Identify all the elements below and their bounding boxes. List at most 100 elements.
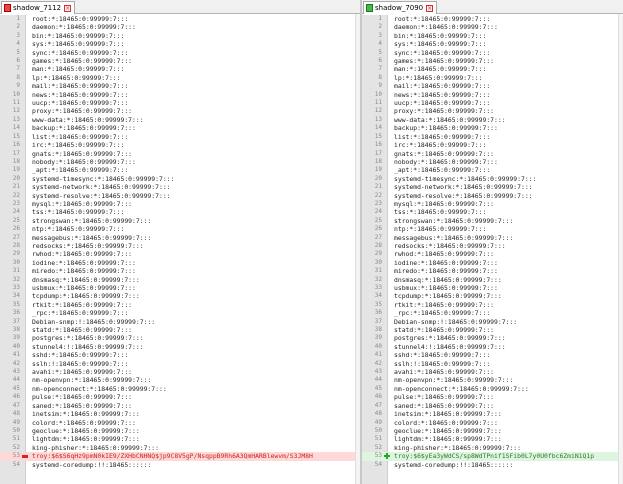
code-line[interactable]: 9 mail:*:18465:0:99999:7::: [362,82,618,90]
code-line[interactable]: 23 mysql:*:18465:0:99999:7::: [362,200,618,208]
code-line[interactable]: 30 iodine:*:18465:0:99999:7::: [362,259,618,267]
code-line[interactable]: 45 nm-openconnect:*:18465:0:99999:7::: [362,385,618,393]
code-line[interactable]: 34 tcpdump:*:18465:0:99999:7::: [0,292,355,300]
code-line[interactable]: 27 messagebus:*:18465:0:99999:7::: [362,234,618,242]
code-line[interactable]: 19 _apt:*:18465:0:99999:7::: [362,166,618,174]
code-line[interactable]: 21 systemd-network:*:18465:0:99999:7::: [0,183,355,191]
code-line[interactable]: 20 systemd-timesync:*:18465:0:99999:7::: [362,175,618,183]
code-line[interactable]: 3 bin:*:18465:0:99999:7::: [362,32,618,40]
code-line[interactable]: 10 news:*:18465:0:99999:7::: [0,91,355,99]
code-line[interactable]: 32 dnsmasq:*:18465:0:99999:7::: [0,276,355,284]
code-line[interactable]: 48 inetsim:*:18465:0:99999:7::: [0,410,355,418]
code-line[interactable]: 14 backup:*:18465:0:99999:7::: [362,124,618,132]
code-line[interactable]: 17 gnats:*:18465:0:99999:7::: [362,150,618,158]
code-line[interactable]: 50 geoclue:*:18465:0:99999:7::: [362,427,618,435]
code-line[interactable]: 7 man:*:18465:0:99999:7::: [0,65,355,73]
code-line[interactable]: 47 saned:*:18465:0:99999:7::: [0,402,355,410]
code-line[interactable]: 13 www-data:*:18465:0:99999:7::: [0,116,355,124]
code-line[interactable]: 53 troy:$6$yEa3yWdCS/sp8WdTPnif1SFib0L7y0… [362,452,618,461]
code-line[interactable]: 3 bin:*:18465:0:99999:7::: [0,32,355,40]
code-line[interactable]: 5 sync:*:18465:0:99999:7::: [362,49,618,57]
code-line[interactable]: 15 list:*:18465:0:99999:7::: [0,133,355,141]
right-editor-text[interactable]: 1 root:*:18465:0:99999:7::: 2 daemon:*:1846… [362,15,618,469]
code-line[interactable]: 18 nobody:*:18465:0:99999:7::: [362,158,618,166]
code-line[interactable]: 22 systemd-resolve:*:18465:0:99999:7::: [0,192,355,200]
code-line[interactable]: 13 www-data:*:18465:0:99999:7::: [362,116,618,124]
code-line[interactable]: 39 postgres:*:18465:0:99999:7::: [0,334,355,342]
code-line[interactable]: 4 sys:*:18465:0:99999:7::: [362,40,618,48]
code-line[interactable]: 37 Debian-snmp:!:18465:0:99999:7::: [362,318,618,326]
code-line[interactable]: 7 man:*:18465:0:99999:7::: [362,65,618,73]
left-editor-text[interactable]: 1 root:*:18465:0:99999:7::: 2 daemon:*:1846… [0,15,355,469]
code-line[interactable]: 44 nm-openvpn:*:18465:0:99999:7::: [0,376,355,384]
code-line[interactable]: 51 lightdm:*:18465:0:99999:7::: [362,435,618,443]
code-line[interactable]: 31 miredo:*:18465:0:99999:7::: [362,267,618,275]
tab-shadow-7090[interactable]: shadow_7090 × [363,1,438,14]
code-line[interactable]: 15 list:*:18465:0:99999:7::: [362,133,618,141]
code-line[interactable]: 53 troy:$6$S6qHz9pmN0kIE9/ZXHbCNHNQ$jp9C8… [0,452,355,461]
code-line[interactable]: 41 sshd:*:18465:0:99999:7::: [0,351,355,359]
code-line[interactable]: 30 iodine:*:18465:0:99999:7::: [0,259,355,267]
code-line[interactable]: 1 root:*:18465:0:99999:7::: [0,15,355,23]
code-line[interactable]: 52 king-phisher:*:18465:0:99999:7::: [0,444,355,452]
close-icon[interactable]: × [64,4,72,12]
code-line[interactable]: 5 sync:*:18465:0:99999:7::: [0,49,355,57]
code-line[interactable]: 40 stunnel4:!:18465:0:99999:7::: [362,343,618,351]
code-line[interactable]: 6 games:*:18465:0:99999:7::: [0,57,355,65]
code-line[interactable]: 49 colord:*:18465:0:99999:7::: [362,419,618,427]
code-line[interactable]: 4 sys:*:18465:0:99999:7::: [0,40,355,48]
tab-shadow-7112[interactable]: shadow_7112 × [1,1,76,14]
code-line[interactable]: 38 statd:*:18465:0:99999:7::: [0,326,355,334]
code-line[interactable]: 12 proxy:*:18465:0:99999:7::: [362,107,618,115]
code-line[interactable]: 52 king-phisher:*:18465:0:99999:7::: [362,444,618,452]
code-line[interactable]: 33 usbmux:*:18465:0:99999:7::: [0,284,355,292]
code-line[interactable]: 14 backup:*:18465:0:99999:7::: [0,124,355,132]
code-line[interactable]: 47 saned:*:18465:0:99999:7::: [362,402,618,410]
close-icon[interactable]: × [426,4,434,12]
code-line[interactable]: 12 proxy:*:18465:0:99999:7::: [0,107,355,115]
code-line[interactable]: 36 _rpc:*:18465:0:99999:7::: [0,309,355,317]
code-line[interactable]: 42 sslh:!:18465:0:99999:7::: [362,360,618,368]
code-line[interactable]: 43 avahi:*:18465:0:99999:7::: [362,368,618,376]
code-line[interactable]: 29 rwhod:*:18465:0:99999:7::: [0,250,355,258]
code-line[interactable]: 35 rtkit:*:18465:0:99999:7::: [362,301,618,309]
code-line[interactable]: 10 news:*:18465:0:99999:7::: [362,91,618,99]
code-line[interactable]: 34 tcpdump:*:18465:0:99999:7::: [362,292,618,300]
code-line[interactable]: 29 rwhod:*:18465:0:99999:7::: [362,250,618,258]
code-line[interactable]: 32 dnsmasq:*:18465:0:99999:7::: [362,276,618,284]
code-line[interactable]: 41 sshd:*:18465:0:99999:7::: [362,351,618,359]
code-line[interactable]: 19 _apt:*:18465:0:99999:7::: [0,166,355,174]
code-line[interactable]: 23 mysql:*:18465:0:99999:7::: [0,200,355,208]
code-line[interactable]: 50 geoclue:*:18465:0:99999:7::: [0,427,355,435]
code-line[interactable]: 26 ntp:*:18465:0:99999:7::: [362,225,618,233]
right-scrollbar[interactable] [618,14,623,484]
code-line[interactable]: 36 _rpc:*:18465:0:99999:7::: [362,309,618,317]
code-line[interactable]: 21 systemd-network:*:18465:0:99999:7::: [362,183,618,191]
code-line[interactable]: 11 uucp:*:18465:0:99999:7::: [0,99,355,107]
code-line[interactable]: 46 pulse:*:18465:0:99999:7::: [362,393,618,401]
code-line[interactable]: 27 messagebus:*:18465:0:99999:7::: [0,234,355,242]
code-line[interactable]: 17 gnats:*:18465:0:99999:7::: [0,150,355,158]
code-line[interactable]: 20 systemd-timesync:*:18465:0:99999:7::: [0,175,355,183]
code-line[interactable]: 39 postgres:*:18465:0:99999:7::: [362,334,618,342]
code-line[interactable]: 2 daemon:*:18465:0:99999:7::: [362,23,618,31]
code-line[interactable]: 16 irc:*:18465:0:99999:7::: [0,141,355,149]
code-line[interactable]: 1 root:*:18465:0:99999:7::: [362,15,618,23]
code-line[interactable]: 40 stunnel4:!:18465:0:99999:7::: [0,343,355,351]
code-line[interactable]: 45 nm-openconnect:*:18465:0:99999:7::: [0,385,355,393]
code-line[interactable]: 16 irc:*:18465:0:99999:7::: [362,141,618,149]
code-line[interactable]: 35 rtkit:*:18465:0:99999:7::: [0,301,355,309]
code-line[interactable]: 31 miredo:*:18465:0:99999:7::: [0,267,355,275]
code-line[interactable]: 46 pulse:*:18465:0:99999:7::: [0,393,355,401]
code-line[interactable]: 54 systemd-coredump:!!:18465:::::: [362,461,618,469]
code-line[interactable]: 9 mail:*:18465:0:99999:7::: [0,82,355,90]
code-line[interactable]: 42 sslh:!:18465:0:99999:7::: [0,360,355,368]
code-line[interactable]: 49 colord:*:18465:0:99999:7::: [0,419,355,427]
code-line[interactable]: 8 lp:*:18465:0:99999:7::: [0,74,355,82]
code-line[interactable]: 44 nm-openvpn:*:18465:0:99999:7::: [362,376,618,384]
code-line[interactable]: 54 systemd-coredump:!!:18465:::::: [0,461,355,469]
code-line[interactable]: 22 systemd-resolve:*:18465:0:99999:7::: [362,192,618,200]
code-line[interactable]: 26 ntp:*:18465:0:99999:7::: [0,225,355,233]
code-line[interactable]: 24 tss:*:18465:0:99999:7::: [0,208,355,216]
code-line[interactable]: 28 redsocks:*:18465:0:99999:7::: [0,242,355,250]
